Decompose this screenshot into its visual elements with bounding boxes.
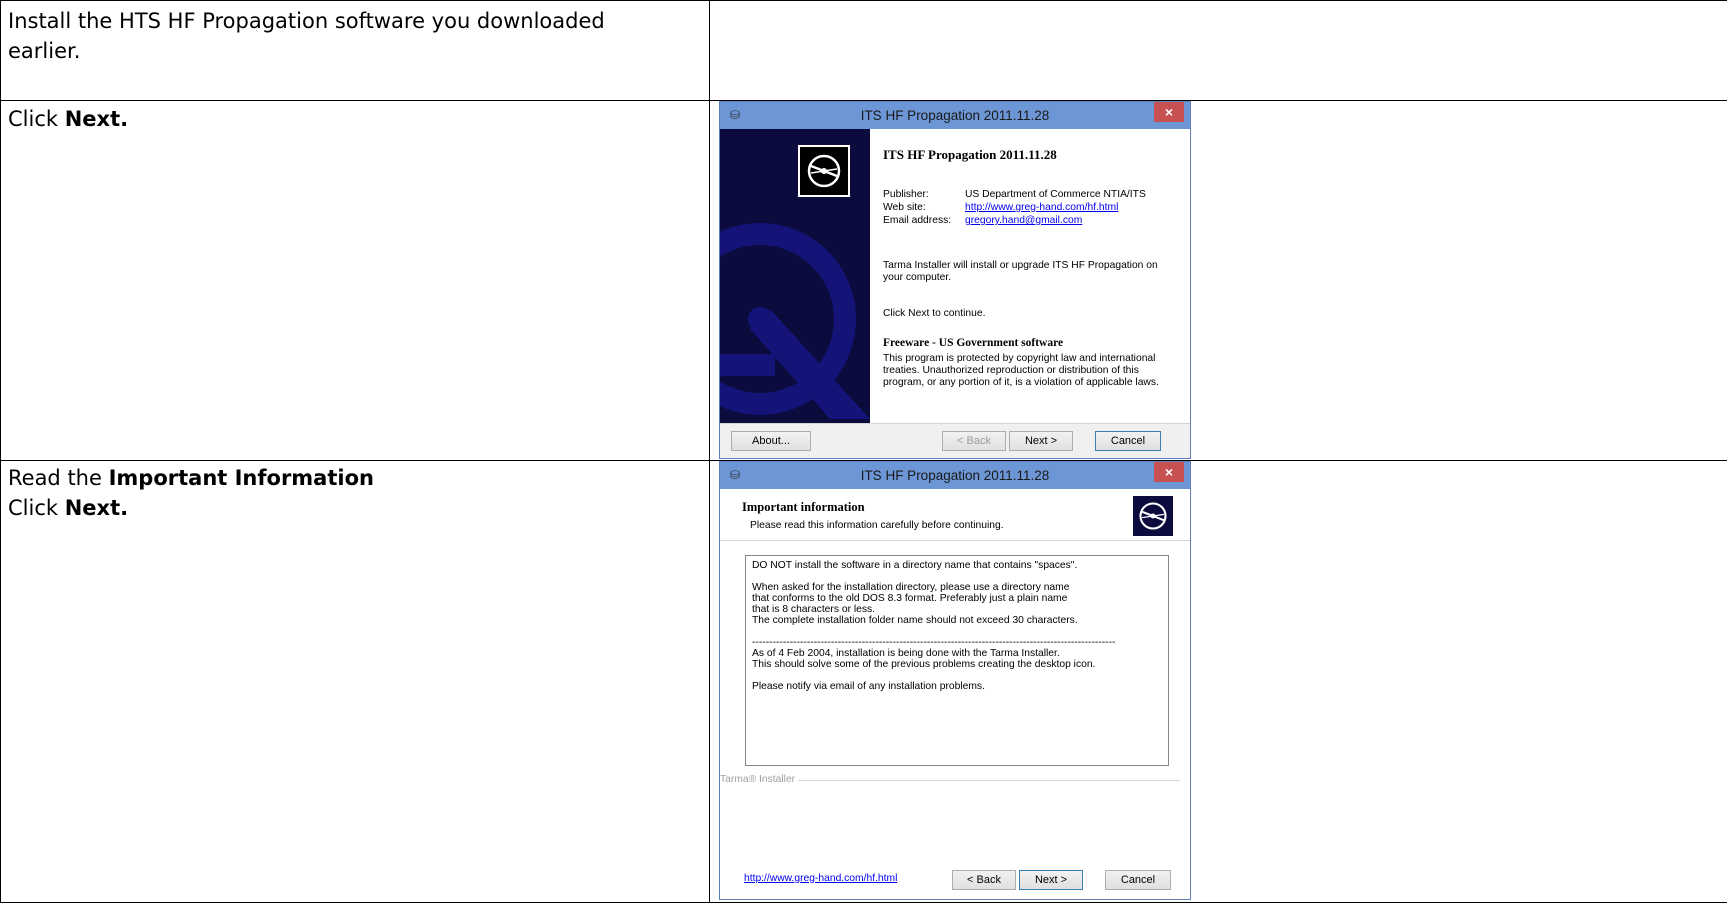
installer-welcome-dialog: ⛁ ITS HF Propagation 2011.11.28 ITS HF P… [719,101,1191,459]
info-line: DO NOT install the software in a directo… [752,560,1078,571]
info-line: that is 8 characters or less. [752,604,876,615]
legal-line: This program is protected by copyright l… [883,353,1156,364]
about-button[interactable]: About... [731,431,811,451]
instruction-line-2: earlier. [8,39,81,63]
dialog-title-bar[interactable]: ⛁ ITS HF Propagation 2011.11.28 [720,462,1190,489]
info-line [752,571,1162,582]
important-information-dialog: ⛁ ITS HF Propagation 2011.11.28 Importan… [719,461,1191,900]
email-link[interactable]: gregory.hand@gmail.com [965,215,1082,227]
dialog-heading: ITS HF Propagation 2011.11.28 [883,147,1057,162]
installer-label: Tarma® Installer [720,774,799,785]
table-column-divider [709,0,710,903]
dialog-button-bar: http://www.greg-hand.com/hf.html < Back … [720,861,1190,899]
email-label: Email address: [883,215,952,226]
dialog-header: Important information Please read this i… [720,489,1190,541]
close-icon[interactable] [1154,462,1184,482]
instruction-row-2: Click Next. [8,104,128,134]
dialog-title: ITS HF Propagation 2011.11.28 [860,108,1050,123]
publisher-label: Publisher: [883,189,929,200]
footer-link[interactable]: http://www.greg-hand.com/hf.html [744,873,897,885]
intro-line: Tarma Installer will install or upgrade … [883,260,1158,271]
instruction-emphasis: Important Information [108,466,374,490]
dialog-body: Important information Please read this i… [720,489,1190,899]
dialog-button-bar: About... < Back Next > Cancel [720,423,1190,458]
dialog-heading: Important information [742,500,865,514]
info-line: ----------------------------------------… [752,637,1116,648]
instruction-row-3: Read the Important Information Click Nex… [8,463,374,523]
instruction-text: Read the [8,466,109,490]
continue-text: Click Next to continue. [883,308,986,319]
info-line: When asked for the installation director… [752,582,1070,593]
installer-icon: ⛁ [729,468,741,482]
website-link[interactable]: http://www.greg-hand.com/hf.html [965,202,1118,214]
website-label: Web site: [883,202,926,213]
back-button[interactable]: < Back [952,870,1016,890]
dialog-title: ITS HF Propagation 2011.11.28 [860,468,1050,483]
freeware-heading: Freeware - US Government software [883,337,1064,349]
cancel-button[interactable]: Cancel [1095,431,1161,451]
close-icon[interactable] [1154,102,1184,122]
publisher-value: US Department of Commerce NTIA/ITS [965,189,1146,200]
dialog-body: ITS HF Propagation 2011.11.28 Publisher:… [720,129,1190,458]
info-line: The complete installation folder name sh… [752,615,1078,626]
cd-disc-icon [798,145,850,197]
legal-line: program, or any portion of it, is a viol… [883,377,1159,388]
instruction-text: Click [8,496,65,520]
dialog-subheading: Please read this information carefully b… [750,520,1004,531]
table-border-left [0,0,1,903]
legal-text: This program is protected by copyright l… [883,353,1159,389]
installer-branding: Tarma® Installer [720,774,1190,788]
info-line [752,626,1162,637]
instruction-row-1: Install the HTS HF Propagation software … [8,6,605,66]
instruction-line-1: Install the HTS HF Propagation software … [8,9,605,33]
info-line: As of 4 Feb 2004, installation is being … [752,648,1060,659]
info-line: This should solve some of the previous p… [752,659,1096,670]
intro-line: your computer. [883,272,952,283]
cd-disc-icon [1132,495,1174,537]
info-line [752,670,1162,681]
instruction-text: Click [8,107,65,131]
info-line: that conforms to the old DOS 8.3 format.… [752,593,1068,604]
information-textbox[interactable]: DO NOT install the software in a directo… [745,555,1169,766]
side-banner [720,129,870,423]
instruction-emphasis: Next. [64,107,129,131]
next-button[interactable]: Next > [1019,870,1083,890]
info-line: Please notify via email of any installat… [752,681,985,692]
legal-line: treaties. Unauthorized reproduction or d… [883,365,1139,376]
next-button[interactable]: Next > [1009,431,1073,451]
installer-icon: ⛁ [729,108,741,122]
intro-text: Tarma Installer will install or upgrade … [883,260,1158,284]
cancel-button[interactable]: Cancel [1105,870,1171,890]
back-button[interactable]: < Back [942,431,1006,451]
instruction-emphasis: Next. [64,496,129,520]
table-border-top [0,0,1727,1]
dialog-title-bar[interactable]: ⛁ ITS HF Propagation 2011.11.28 [720,102,1190,129]
